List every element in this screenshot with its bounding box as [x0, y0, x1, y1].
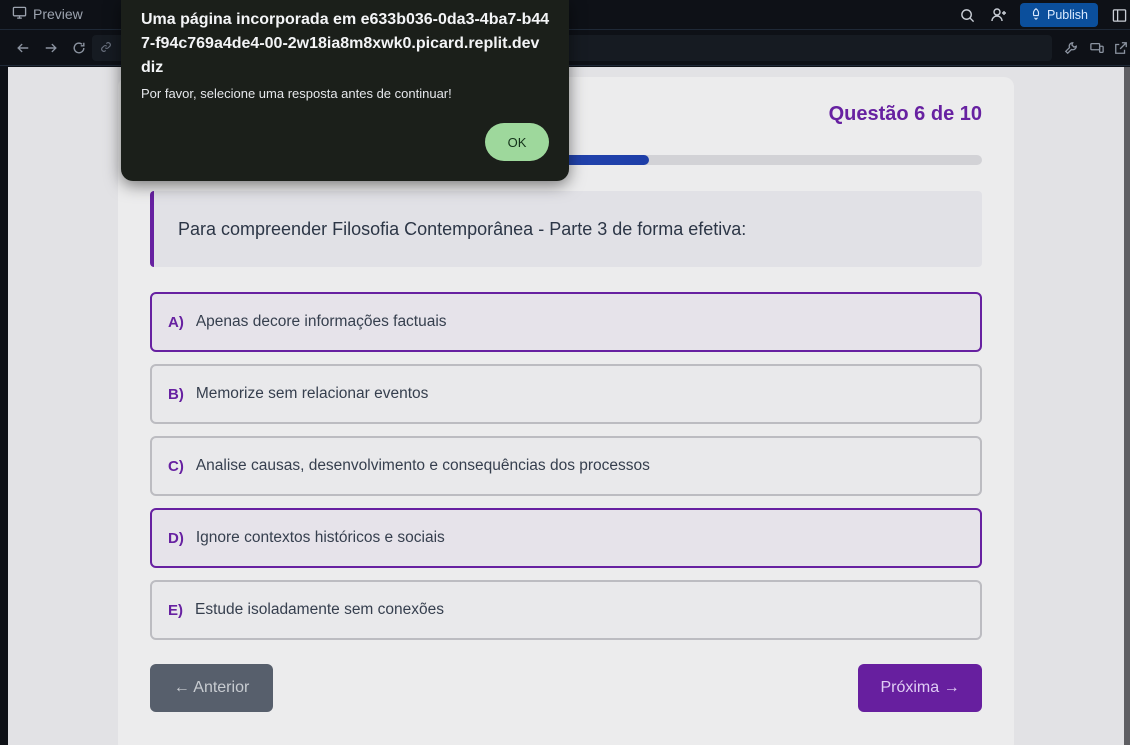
dialog-message: Por favor, selecione uma resposta antes …: [141, 86, 452, 101]
search-icon[interactable]: [956, 4, 978, 26]
back-arrow-icon[interactable]: [14, 39, 32, 57]
dialog-title: Uma página incorporada em e633b036-0da3-…: [141, 11, 550, 76]
monitor-icon: [12, 5, 27, 23]
add-user-icon[interactable]: [988, 4, 1010, 26]
scrollbar[interactable]: [1124, 67, 1130, 745]
devices-icon[interactable]: [1088, 39, 1106, 57]
publish-label: Publish: [1047, 8, 1088, 22]
publish-button[interactable]: Publish: [1020, 3, 1098, 27]
external-link-icon[interactable]: [1112, 39, 1130, 57]
ok-button[interactable]: OK: [485, 123, 549, 161]
alert-dialog: Uma página incorporada em e633b036-0da3-…: [121, 0, 569, 181]
preview-tab[interactable]: Preview: [12, 3, 83, 25]
preview-label: Preview: [33, 6, 83, 22]
rocket-icon: [1030, 7, 1042, 23]
reload-icon[interactable]: [70, 39, 88, 57]
forward-arrow-icon[interactable]: [42, 39, 60, 57]
wrench-icon[interactable]: [1062, 39, 1080, 57]
panel-toggle-icon[interactable]: [1108, 4, 1130, 26]
link-icon: [100, 41, 112, 56]
